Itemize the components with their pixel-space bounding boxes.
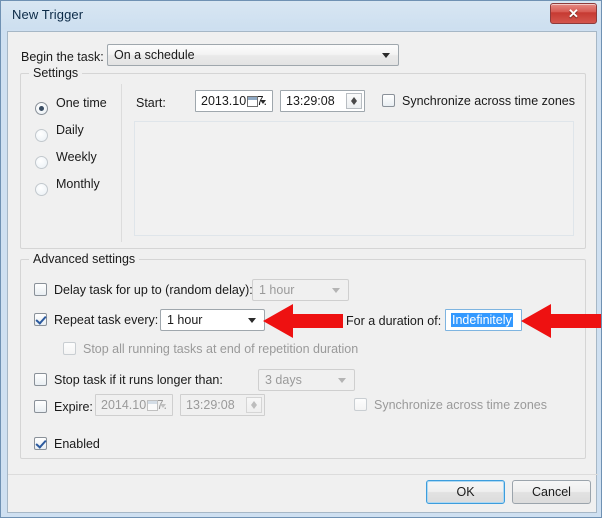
expire-time-value: 13:29:08 <box>186 398 235 412</box>
radio-monthly-label: Monthly <box>56 177 100 191</box>
cancel-button[interactable]: Cancel <box>512 480 591 504</box>
schedule-detail-panel <box>134 121 574 236</box>
start-time-field[interactable]: 13:29:08 <box>280 90 365 112</box>
new-trigger-dialog: New Trigger ✕ Begin the task: On a sched… <box>0 0 602 518</box>
start-time-spinner[interactable] <box>346 93 362 109</box>
duration-value: Indefinitely <box>451 313 513 327</box>
window-title: New Trigger <box>12 7 84 22</box>
checkbox-stop-all-running-tasks[interactable] <box>63 342 76 355</box>
duration-value-wrap: Indefinitely <box>451 313 513 327</box>
radio-weekly-label: Weekly <box>56 150 97 164</box>
settings-group-title: Settings <box>29 66 83 80</box>
duration-label: For a duration of: <box>346 314 442 328</box>
ok-button[interactable]: OK <box>426 480 505 504</box>
calendar-icon <box>146 399 158 411</box>
checkbox-enabled[interactable] <box>34 437 47 450</box>
close-button[interactable]: ✕ <box>550 3 597 24</box>
start-label: Start: <box>136 96 166 110</box>
delay-task-label: Delay task for up to (random delay): <box>54 283 253 297</box>
stop-task-duration-dropdown[interactable]: 3 days <box>258 369 355 391</box>
chevron-down-icon <box>159 404 166 408</box>
chevron-down-icon <box>248 318 256 323</box>
checkbox-expire[interactable] <box>34 400 47 413</box>
stop-task-if-longer-label: Stop task if it runs longer than: <box>54 373 223 387</box>
expire-sync-time-zones-label: Synchronize across time zones <box>374 398 547 412</box>
delay-task-value: 1 hour <box>259 283 295 297</box>
begin-task-value: On a schedule <box>114 48 195 62</box>
close-icon: ✕ <box>568 5 579 21</box>
stop-task-duration-value: 3 days <box>265 373 302 387</box>
radio-monthly[interactable] <box>35 183 48 196</box>
radio-one-time-label: One time <box>56 96 107 110</box>
repeat-task-value: 1 hour <box>167 313 203 327</box>
calendar-dropdown-icon[interactable] <box>242 93 270 109</box>
begin-task-dropdown[interactable]: On a schedule <box>107 44 399 66</box>
radio-weekly[interactable] <box>35 156 48 169</box>
red-arrow-pointing-at-repeat-dropdown <box>263 304 343 338</box>
checkbox-sync-time-zones[interactable] <box>382 94 395 107</box>
delay-task-dropdown[interactable]: 1 hour <box>252 279 349 301</box>
stop-all-running-tasks-label: Stop all running tasks at end of repetit… <box>83 342 359 356</box>
expire-label: Expire: <box>54 400 93 414</box>
expire-date-field[interactable]: 2014.10.17. <box>95 394 173 416</box>
duration-field[interactable]: Indefinitely <box>445 309 522 331</box>
repeat-task-label: Repeat task every: <box>54 313 159 327</box>
dialog-client-area: Begin the task: On a schedule Settings O… <box>7 31 598 513</box>
footer-divider <box>8 474 598 475</box>
advanced-settings-group-title: Advanced settings <box>29 252 140 266</box>
sync-time-zones-label: Synchronize across time zones <box>402 94 575 108</box>
checkbox-expire-sync-time-zones[interactable] <box>354 398 367 411</box>
chevron-down-icon <box>259 100 266 104</box>
calendar-icon <box>246 95 258 107</box>
begin-task-label: Begin the task: <box>21 50 104 64</box>
radio-daily[interactable] <box>35 129 48 142</box>
enabled-label: Enabled <box>54 437 100 451</box>
expire-time-field[interactable]: 13:29:08 <box>180 394 265 416</box>
radio-one-time[interactable] <box>35 102 48 115</box>
chevron-down-icon <box>382 53 390 58</box>
radio-daily-label: Daily <box>56 123 84 137</box>
start-date-field[interactable]: 2013.10.17. <box>195 90 273 112</box>
checkbox-stop-task-if-longer[interactable] <box>34 373 47 386</box>
chevron-down-icon <box>338 378 346 383</box>
title-bar: New Trigger ✕ <box>1 1 601 31</box>
red-arrow-pointing-at-duration-field <box>521 304 601 338</box>
start-time-value: 13:29:08 <box>286 94 335 108</box>
repeat-task-dropdown[interactable]: 1 hour <box>160 309 265 331</box>
checkbox-repeat-task[interactable] <box>34 313 47 326</box>
chevron-down-icon <box>332 288 340 293</box>
checkbox-delay-task[interactable] <box>34 283 47 296</box>
settings-divider <box>121 84 122 242</box>
expire-time-spinner[interactable] <box>246 397 262 413</box>
calendar-dropdown-icon[interactable] <box>142 397 170 413</box>
